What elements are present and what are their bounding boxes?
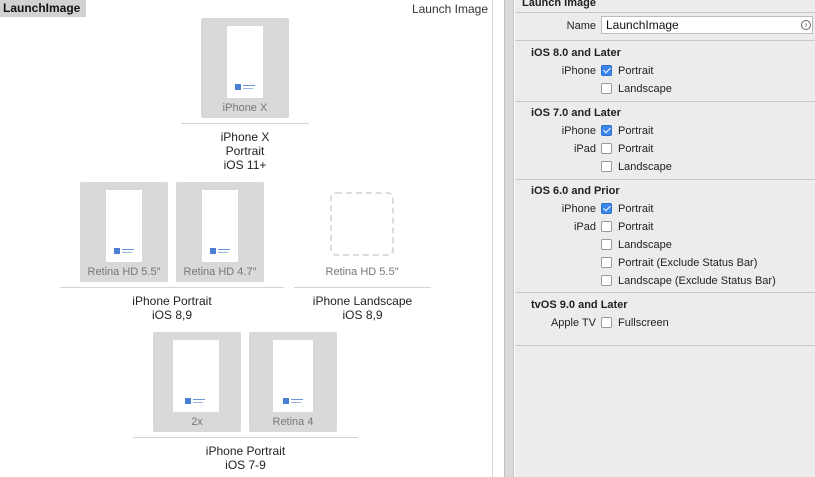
- image-set-name-tag[interactable]: LaunchImage: [0, 0, 87, 17]
- row-device-label: iPad: [573, 221, 596, 233]
- image-well-label: Retina HD 4.7″: [183, 266, 257, 278]
- section-title-ios7: iOS 7.0 and Later: [531, 107, 621, 119]
- inspector-header: Launch Image: [522, 0, 596, 9]
- checkbox-ios7-iphone-portrait[interactable]: [601, 125, 612, 136]
- image-well-label: 2x: [191, 416, 203, 428]
- section-separator: [515, 40, 815, 41]
- group-divider: [294, 287, 431, 288]
- image-well-label: Retina HD 5.5″: [325, 266, 399, 278]
- checkbox-ios6-ipad-portrait[interactable]: [601, 221, 612, 232]
- row-device-label: iPhone: [561, 203, 596, 215]
- caption-device: iPhone Portrait: [205, 444, 286, 458]
- section-separator: [515, 101, 815, 102]
- option-label: Landscape (Exclude Status Bar): [618, 275, 776, 287]
- group-divider: [181, 123, 309, 124]
- group-caption-iphone-x: iPhone X Portrait iOS 11+: [181, 130, 309, 172]
- image-well-label: Retina 4: [272, 416, 314, 428]
- name-field[interactable]: [601, 16, 813, 34]
- row-device-label: iPad: [573, 143, 596, 155]
- row-device-label: Apple TV: [550, 317, 596, 329]
- checkbox-ios7-ipad-portrait[interactable]: [601, 143, 612, 154]
- option-label: Fullscreen: [618, 317, 669, 329]
- split-view-divider[interactable]: [504, 0, 514, 477]
- option-label: Portrait (Exclude Status Bar): [618, 257, 758, 269]
- launch-image-thumbnail: [106, 190, 142, 262]
- checkbox-tvos9-fullscreen[interactable]: [601, 317, 612, 328]
- section-title-ios6: iOS 6.0 and Prior: [531, 185, 620, 197]
- caption-os: iOS 11+: [223, 158, 267, 172]
- section-title-ios8: iOS 8.0 and Later: [531, 47, 621, 59]
- caption-os: iOS 8,9: [342, 308, 383, 322]
- launch-image-thumbnail: [273, 340, 313, 412]
- row-device-label: iPhone: [561, 65, 596, 77]
- caption-device: iPhone Landscape: [312, 294, 413, 308]
- logo-icon: [210, 248, 230, 255]
- section-separator: [515, 345, 815, 346]
- image-well-retina-hd-5-5-landscape[interactable]: Retina HD 5.5″: [306, 182, 418, 282]
- option-label: Portrait: [618, 221, 654, 233]
- launch-image-thumbnail: [202, 190, 238, 262]
- option-label: Landscape: [618, 161, 672, 173]
- checkbox-ios7-ipad-landscape[interactable]: [601, 161, 612, 172]
- section-separator: [515, 292, 815, 293]
- group-caption-iphone-landscape: iPhone Landscape iOS 8,9: [294, 294, 431, 322]
- image-set-type-label: Launch Image: [411, 2, 488, 16]
- asset-canvas: LaunchImage Launch Image iPhone X iPhone…: [0, 0, 494, 477]
- checkbox-ios6-ipad-landscape[interactable]: [601, 239, 612, 250]
- launch-image-thumbnail: [173, 340, 219, 412]
- caption-os: iOS 7-9: [225, 458, 266, 472]
- launch-image-thumbnail: [227, 26, 263, 98]
- caption-os: iOS 8,9: [151, 308, 193, 322]
- option-label: Portrait: [618, 203, 654, 215]
- image-well-retina-hd-4-7-portrait[interactable]: Retina HD 4.7″: [176, 182, 264, 282]
- option-label: Landscape: [618, 83, 672, 95]
- image-well-2x[interactable]: 2x: [153, 332, 241, 432]
- section-separator: [515, 179, 815, 180]
- section-separator: [515, 12, 815, 13]
- group-caption-iphone-portrait-ios8: iPhone Portrait iOS 8,9: [60, 294, 284, 322]
- image-well-label: Retina HD 5.5″: [87, 266, 161, 278]
- image-well-label: iPhone X: [222, 102, 268, 114]
- caption-device: iPhone Portrait: [132, 294, 212, 308]
- arrow-circle-icon[interactable]: ›: [801, 20, 811, 30]
- logo-icon: [235, 84, 255, 91]
- logo-icon: [114, 248, 134, 255]
- group-divider: [60, 287, 284, 288]
- option-label: Landscape: [618, 239, 672, 251]
- option-label: Portrait: [618, 143, 654, 155]
- name-label: Name: [566, 20, 596, 32]
- logo-icon: [283, 398, 303, 405]
- checkbox-ios6-iphone-portrait[interactable]: [601, 203, 612, 214]
- checkbox-ios8-iphone-portrait[interactable]: [601, 65, 612, 76]
- checkbox-ios8-landscape[interactable]: [601, 83, 612, 94]
- checkbox-ios6-landscape-exclude-status-bar[interactable]: [601, 275, 612, 286]
- logo-icon: [185, 398, 205, 405]
- row-device-label: iPhone: [561, 125, 596, 137]
- option-label: Portrait: [618, 65, 654, 77]
- section-title-tvos9: tvOS 9.0 and Later: [531, 299, 628, 311]
- group-divider: [133, 437, 358, 438]
- image-well-retina-4[interactable]: Retina 4: [249, 332, 337, 432]
- checkbox-ios6-portrait-exclude-status-bar[interactable]: [601, 257, 612, 268]
- image-well-retina-hd-5-5-portrait[interactable]: Retina HD 5.5″: [80, 182, 168, 282]
- group-caption-iphone-portrait-ios7: iPhone Portrait iOS 7-9: [133, 444, 358, 472]
- empty-image-placeholder: [330, 192, 394, 256]
- image-well-iphone-x[interactable]: iPhone X: [201, 18, 289, 118]
- caption-device: iPhone X: [220, 130, 270, 144]
- option-label: Portrait: [618, 125, 654, 137]
- caption-orientation: Portrait: [225, 144, 265, 158]
